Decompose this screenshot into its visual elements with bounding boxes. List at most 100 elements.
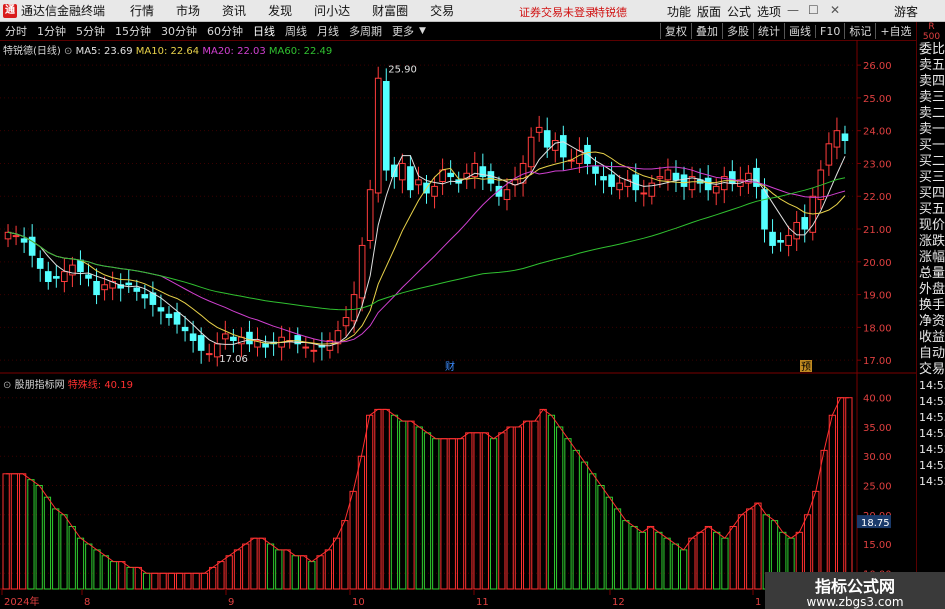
btn-diejia[interactable]: 叠加	[691, 23, 722, 39]
menu-item-caifuquan[interactable]: 财富圈	[361, 2, 419, 19]
side-item-8[interactable]: 买三	[917, 170, 945, 186]
side-item-19[interactable]: 自动	[917, 346, 945, 362]
menu-gongshi[interactable]: 公式	[727, 3, 751, 20]
period-monthly[interactable]: 月线	[312, 23, 344, 39]
side-item-0[interactable]: 委比	[917, 42, 945, 58]
btn-tongji[interactable]: 统计	[753, 23, 784, 39]
side-item-4[interactable]: 卖二	[917, 106, 945, 122]
period-multi[interactable]: 多周期	[344, 23, 387, 39]
period-15min[interactable]: 15分钟	[110, 23, 156, 39]
candle-body	[833, 130, 841, 148]
menu-gongneng[interactable]: 功能	[667, 3, 691, 20]
side-item-16[interactable]: 换手	[917, 298, 945, 314]
side-item-7[interactable]: 买二	[917, 154, 945, 170]
candle-body	[592, 166, 599, 174]
side-item-10[interactable]: 买五	[917, 202, 945, 218]
menu-item-zixun[interactable]: 资讯	[211, 2, 257, 19]
indicator-bar	[613, 508, 622, 590]
side-item-15[interactable]: 外盘	[917, 282, 945, 298]
period-weekly[interactable]: 周线	[280, 23, 312, 39]
indicator-bar	[655, 531, 663, 590]
candle-body	[640, 192, 648, 195]
candle-body	[382, 81, 390, 171]
period-fenshi[interactable]: 分时	[0, 23, 32, 39]
login-status[interactable]: 证券交易未登录	[519, 4, 596, 20]
btn-biaoji[interactable]: 标记	[844, 23, 875, 39]
btn-fuquan[interactable]: 复权	[660, 23, 691, 39]
btn-zixuan[interactable]: +自选	[875, 23, 915, 39]
menu-item-shichang[interactable]: 市场	[165, 2, 211, 19]
indicator-bar	[597, 485, 605, 590]
indicator-bar	[539, 408, 547, 590]
guest-label[interactable]: 游客	[894, 3, 918, 20]
side-item-18[interactable]: 收益	[917, 330, 945, 346]
candle-body	[608, 174, 615, 187]
quote-side-panel: R 500 委比 卖五 卖四 卖三 卖二 卖一 买一 买二 买三 买四 买五 现价 涨跌 涨幅 总量 外盘 换手…	[916, 22, 945, 609]
side-item-13[interactable]: 涨幅	[917, 250, 945, 266]
indicator-bar	[209, 566, 217, 590]
chart-canvas[interactable]: 25.90 17.06 财 预 26.00 25.00 24.00 23.00 22.00 21…	[0, 40, 916, 609]
maximize-icon[interactable]: ☐	[808, 3, 819, 17]
candle-body	[189, 333, 197, 341]
price-axis-label: 21.00	[863, 225, 892, 236]
high-price-label: 25.90	[388, 64, 417, 75]
menu-item-hangqing[interactable]: 行情	[119, 2, 165, 19]
indicator-bar	[357, 455, 366, 590]
candle-body	[358, 244, 366, 299]
menu-item-wenxiaoda[interactable]: 问小达	[303, 2, 361, 19]
period-30min[interactable]: 30分钟	[156, 23, 202, 39]
indicator-bar	[159, 572, 167, 590]
side-item-14[interactable]: 总量	[917, 266, 945, 282]
side-item-2[interactable]: 卖四	[917, 74, 945, 90]
btn-f10[interactable]: F10	[815, 24, 844, 38]
candle-body	[407, 166, 414, 191]
indicator-bar	[721, 537, 729, 590]
btn-huaxian[interactable]: 画线	[784, 23, 815, 39]
side-time-5: 14:53	[919, 459, 945, 472]
candle-body	[390, 164, 398, 178]
side-item-17[interactable]: 净资	[917, 314, 945, 330]
candle-body	[61, 271, 68, 282]
indicator-bar	[415, 426, 423, 590]
btn-duogu[interactable]: 多股	[722, 23, 753, 39]
more-dropdown-icon[interactable]: ▼	[419, 26, 426, 36]
watermark-url: www.zbgs3.com	[806, 595, 904, 609]
period-5min[interactable]: 5分钟	[71, 23, 110, 39]
side-item-12[interactable]: 涨跌	[917, 234, 945, 250]
side-item-11[interactable]: 现价	[917, 218, 945, 234]
indicator-bar	[27, 479, 35, 590]
date-axis-label: 2024年	[4, 595, 39, 608]
close-icon[interactable]: ✕	[830, 3, 840, 17]
candle-body	[205, 353, 213, 356]
side-item-9[interactable]: 买四	[917, 186, 945, 202]
candle-body	[431, 185, 438, 197]
side-item-1[interactable]: 卖五	[917, 58, 945, 74]
indicator-bar	[217, 561, 225, 590]
candle-body	[777, 240, 784, 243]
candle-body	[246, 331, 253, 345]
date-axis-label: 9	[228, 597, 234, 608]
menu-item-jiaoyi[interactable]: 交易	[419, 2, 465, 19]
side-item-3[interactable]: 卖三	[917, 90, 945, 106]
menu-item-faxian[interactable]: 发现	[257, 2, 303, 19]
indicator-bar	[43, 496, 52, 590]
side-item-20[interactable]: 交易	[917, 362, 945, 378]
candle-body	[680, 174, 688, 187]
candle-body	[181, 326, 189, 332]
minimize-icon[interactable]: —	[787, 3, 799, 17]
period-daily[interactable]: 日线	[248, 23, 280, 39]
period-60min[interactable]: 60分钟	[202, 23, 248, 39]
side-item-5[interactable]: 卖一	[917, 122, 945, 138]
menu-banmian[interactable]: 版面	[697, 3, 721, 20]
indicator-bar	[85, 543, 93, 590]
menu-xuanxiang[interactable]: 选项	[757, 3, 781, 20]
indicator-bar	[671, 543, 679, 590]
period-more[interactable]: 更多	[387, 23, 419, 39]
candle-body	[769, 231, 776, 246]
period-1min[interactable]: 1分钟	[32, 23, 71, 39]
candle-body	[632, 174, 640, 191]
candle-body	[4, 231, 12, 240]
indicator-bar	[531, 420, 539, 590]
side-item-6[interactable]: 买一	[917, 138, 945, 154]
candle-body	[93, 280, 100, 296]
